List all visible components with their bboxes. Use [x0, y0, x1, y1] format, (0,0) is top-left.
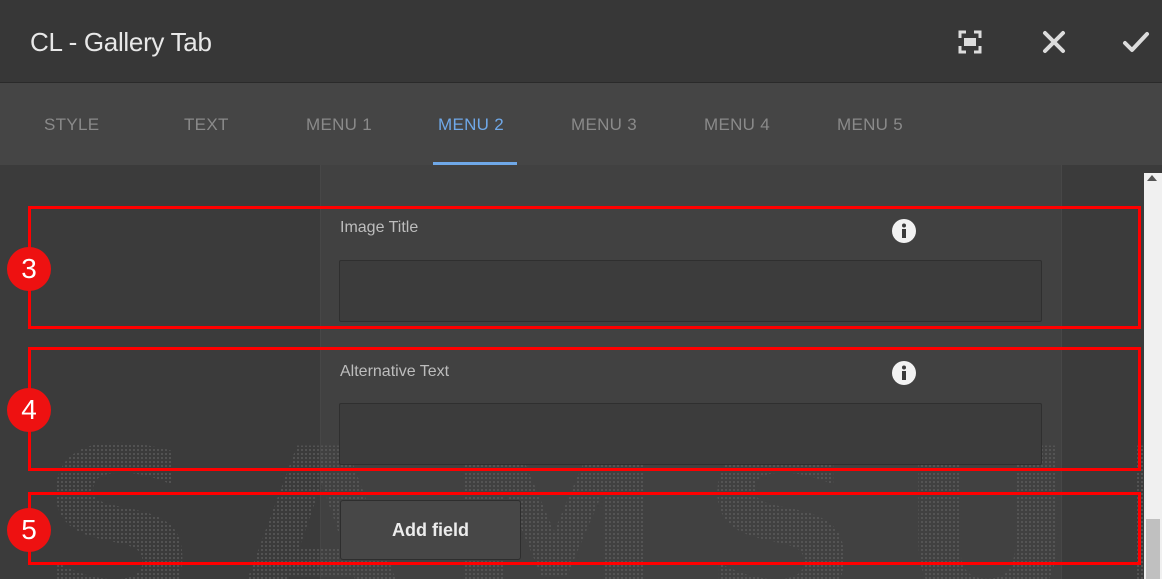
tab-menu-4[interactable]: MENU 4 — [704, 115, 770, 135]
dialog-title: CL - Gallery Tab — [30, 27, 212, 57]
tab-text[interactable]: TEXT — [184, 115, 229, 135]
scroll-thumb[interactable] — [1146, 519, 1160, 579]
tab-menu-1[interactable]: MENU 1 — [306, 115, 372, 135]
tab-style[interactable]: STYLE — [44, 115, 99, 135]
tab-bar: STYLE TEXT MENU 1 MENU 2 MENU 3 MENU 4 M… — [0, 83, 1162, 165]
tab-menu-5[interactable]: MENU 5 — [837, 115, 903, 135]
annotation-box-5 — [28, 492, 1141, 565]
annotation-box-4 — [28, 347, 1141, 471]
annotation-badge-5: 5 — [7, 508, 51, 552]
annotation-badge-4: 4 — [7, 388, 51, 432]
annotation-box-3 — [28, 206, 1141, 329]
annotation-badge-3: 3 — [7, 247, 51, 291]
tab-menu-2[interactable]: MENU 2 — [438, 115, 504, 135]
checkmark-icon[interactable] — [1122, 28, 1150, 56]
close-icon[interactable] — [1040, 28, 1068, 56]
dialog-header: CL - Gallery Tab — [0, 0, 1162, 83]
tab-menu-3[interactable]: MENU 3 — [571, 115, 637, 135]
vertical-scrollbar[interactable] — [1144, 173, 1162, 579]
scroll-up-icon[interactable] — [1147, 175, 1157, 181]
fullscreen-icon[interactable] — [956, 28, 984, 56]
